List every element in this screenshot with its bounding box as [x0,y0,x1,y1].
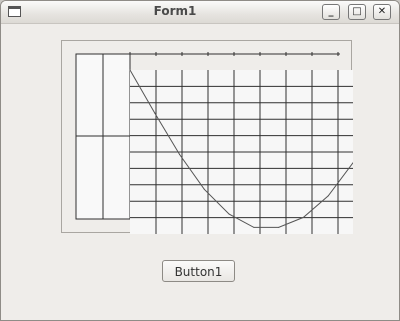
series-point [129,69,131,71]
form1-window: Form1 _ □ ✕ Button1 [0,0,400,321]
series-point [253,226,255,228]
close-button[interactable]: ✕ [373,4,391,20]
series-point [179,153,181,155]
window-title: Form1 [153,4,197,18]
minimize-button[interactable]: _ [322,4,340,20]
chart-control [61,40,353,234]
title-bar[interactable]: Form1 _ □ ✕ [1,1,399,24]
series-point [154,112,156,114]
chart-svg [75,52,353,234]
series-point [302,216,304,218]
button1[interactable]: Button1 [162,260,235,282]
series-point [278,226,280,228]
series-point [203,188,205,190]
series-point [327,195,329,197]
form-client-area: Button1 [2,24,399,320]
maximize-button[interactable]: □ [348,4,366,20]
series-point [228,213,230,215]
